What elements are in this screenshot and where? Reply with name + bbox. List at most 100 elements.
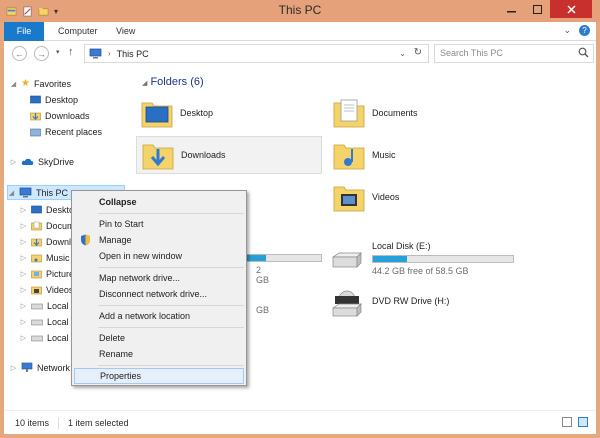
pictures-icon [31,270,42,278]
ribbon-tabs: File Computer View ⌄ ? [4,22,596,41]
expand-arrow-icon[interactable]: ▷ [20,222,27,230]
recent-locations-icon[interactable]: ▾ [56,48,60,56]
minimize-button[interactable] [498,0,524,18]
folder-music[interactable]: Music [328,136,514,174]
address-bar[interactable]: › This PC ⌄ ↻ [84,44,429,63]
folder-videos[interactable]: Videos [328,178,514,216]
expand-arrow-icon[interactable]: ▷ [20,302,27,310]
expand-arrow-icon[interactable]: ▷ [20,334,27,342]
nav-favorite-desktop[interactable]: Desktop [30,92,78,107]
nav-favorite-recent-places[interactable]: Recent places [30,124,102,139]
folder-desktop[interactable]: Desktop [136,94,322,132]
status-items-count: 10 items [15,417,50,428]
hard-drive-icon [331,252,362,268]
menu-separator [98,305,244,306]
left-drive-1-fill [247,255,266,261]
back-button[interactable]: ← [12,46,27,61]
expand-arrow-icon[interactable]: ▷ [20,270,27,278]
explorer-app-icon[interactable] [6,6,17,17]
properties-icon[interactable] [22,6,33,17]
large-icons-view-icon[interactable] [578,417,588,427]
collapse-arrow-icon[interactable]: ◢ [142,80,147,87]
documents-folder-icon [333,99,365,128]
network-icon [21,362,33,372]
search-input[interactable]: Search This PC [434,44,594,63]
desktop-icon [31,205,42,213]
ribbon-expand-icon[interactable]: ⌄ [563,25,571,36]
folder-desktop-label: Desktop [180,108,214,118]
menu-item-pin-to-start[interactable]: Pin to Start [74,216,244,232]
cloud-icon [21,158,34,165]
drive-e-usage-bar [372,255,514,263]
expand-arrow-icon[interactable]: ▷ [20,238,27,246]
address-row: ← → ▾ ↑ › This PC ⌄ ↻ Search This PC [4,41,596,67]
minimize-icon [506,10,516,12]
expand-arrow-icon[interactable]: ▷ [20,286,27,294]
help-icon[interactable]: ? [579,25,590,36]
menu-separator [98,365,244,366]
menu-item-disconnect-network-drive[interactable]: Disconnect network drive... [74,286,244,302]
drive-local-disk-e[interactable]: Local Disk (E:) 44.2 GB free of 58.5 GB [330,241,520,281]
breadcrumb-chevron-icon[interactable]: › [108,49,111,58]
expand-arrow-icon[interactable]: ▷ [20,206,27,214]
qat-dropdown-icon[interactable]: ▾ [54,7,58,16]
menu-item-open-new-window[interactable]: Open in new window [74,248,244,264]
drive-e-name: Local Disk (E:) [372,241,431,251]
refresh-icon[interactable]: ↻ [414,47,422,58]
forward-button[interactable]: → [34,46,49,61]
menu-item-collapse[interactable]: Collapse [74,194,244,210]
search-icon [578,47,589,58]
tab-view[interactable]: View [106,22,145,41]
tab-computer[interactable]: Computer [48,22,108,41]
quick-access-toolbar: ▾ [6,4,58,18]
drive-dvd-h[interactable]: DVD RW Drive (H:) [330,290,520,330]
nav-skydrive-label: SkyDrive [38,156,75,167]
tab-file[interactable]: File [4,22,44,41]
nav-pc-videos-label: Videos [46,284,74,295]
expand-arrow-icon[interactable]: ▷ [10,158,17,166]
expand-arrow-icon[interactable]: ▷ [10,364,17,372]
drive-h-name: DVD RW Drive (H:) [372,296,450,306]
nav-pc-pictures[interactable]: ▷ Pictures [20,266,79,281]
nav-network[interactable]: ▷ Network [10,360,70,375]
nav-skydrive[interactable]: ▷ SkyDrive [10,154,74,169]
menu-item-manage[interactable]: Manage [74,232,244,248]
nav-pc-videos[interactable]: ▷ Videos [20,282,74,297]
drive-icon [31,335,43,341]
recent-places-icon [30,128,41,136]
menu-item-map-network-drive[interactable]: Map network drive... [74,270,244,286]
search-placeholder: Search This PC [440,48,503,58]
nav-pc-music[interactable]: ▷ Music [20,250,70,265]
breadcrumb-this-pc[interactable]: This PC [117,49,149,59]
desktop-icon [30,95,41,103]
maximize-button[interactable] [524,0,550,18]
folder-documents-label: Documents [372,108,418,118]
close-button[interactable] [550,0,592,18]
collapse-arrow-icon[interactable]: ◢ [8,189,15,197]
folders-header[interactable]: ◢ Folders (6) [142,76,204,88]
downloads-icon [30,112,41,120]
folders-header-label: Folders (6) [150,76,204,88]
address-dropdown-icon[interactable]: ⌄ [399,49,406,58]
explorer-window: ▾ This PC File Computer View ⌄ ? ← → ▾ ↑… [0,0,600,438]
nav-favorite-downloads[interactable]: Downloads [30,108,90,123]
this-pc-icon [19,187,32,198]
videos-icon [31,286,42,294]
menu-item-rename[interactable]: Rename [74,346,244,362]
expand-arrow-icon[interactable]: ▷ [20,318,27,326]
folder-documents[interactable]: Documents [328,94,514,132]
folder-downloads-label: Downloads [181,150,226,160]
expand-arrow-icon[interactable]: ▷ [20,254,27,262]
close-icon [566,4,576,14]
folder-downloads[interactable]: Downloads [136,136,322,174]
menu-item-properties[interactable]: Properties [74,368,244,384]
collapse-arrow-icon[interactable]: ◢ [10,80,17,88]
videos-folder-icon [333,186,365,212]
up-arrow-icon[interactable]: ↑ [68,46,74,58]
details-view-icon[interactable] [562,417,572,427]
menu-item-delete[interactable]: Delete [74,330,244,346]
menu-item-add-network-location[interactable]: Add a network location [74,308,244,324]
nav-favorites[interactable]: ◢ ★ Favorites [10,76,71,91]
new-folder-icon[interactable] [38,6,49,17]
back-arrow-icon: ← [15,48,24,59]
